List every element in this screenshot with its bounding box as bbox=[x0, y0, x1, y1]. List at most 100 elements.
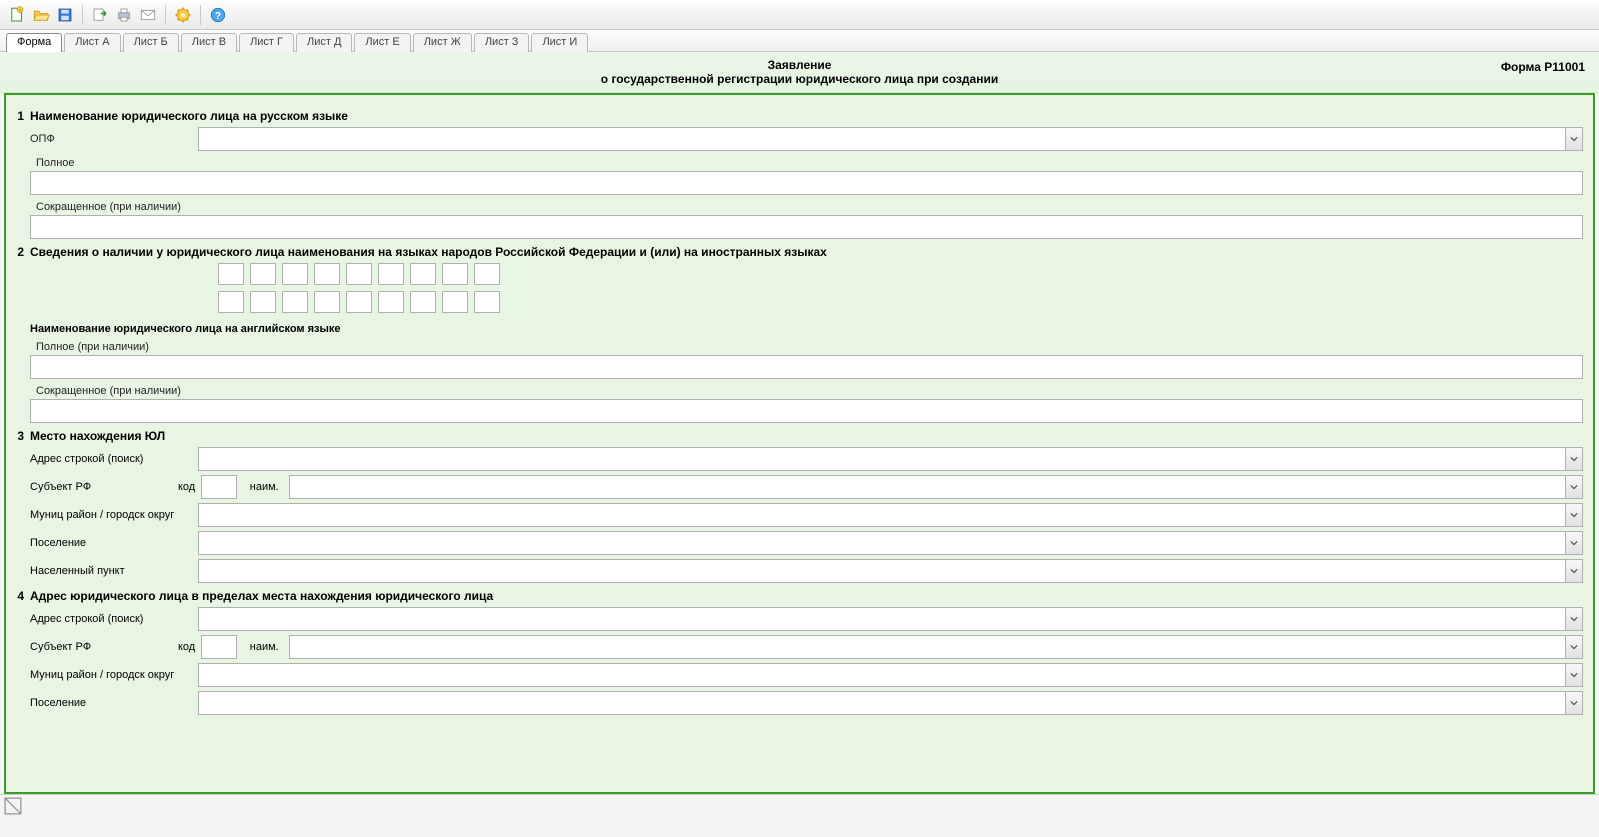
subject4-code-input[interactable] bbox=[201, 635, 237, 659]
munic-input[interactable] bbox=[198, 503, 1565, 527]
dropdown-icon[interactable] bbox=[1565, 475, 1583, 499]
lang-checkbox[interactable] bbox=[314, 291, 340, 313]
tab-label: Лист Е bbox=[365, 36, 399, 48]
lang-checkbox[interactable] bbox=[410, 263, 436, 285]
tab-list-v[interactable]: Лист В bbox=[181, 33, 237, 52]
subject-name-combo[interactable] bbox=[289, 475, 1583, 499]
munic4-label: Муниц район / городск округ bbox=[30, 669, 198, 681]
open-folder-icon[interactable] bbox=[30, 4, 52, 26]
tab-list-g[interactable]: Лист Г bbox=[239, 33, 294, 52]
subject4-name-input[interactable] bbox=[289, 635, 1565, 659]
locality-input[interactable] bbox=[198, 559, 1565, 583]
code-label: код bbox=[178, 481, 201, 493]
svg-text:?: ? bbox=[215, 10, 221, 21]
lang-checkbox[interactable] bbox=[410, 291, 436, 313]
toolbar-separator bbox=[200, 5, 201, 25]
settlement4-combo[interactable] bbox=[198, 691, 1583, 715]
lang-checkbox[interactable] bbox=[218, 291, 244, 313]
eng-short-input[interactable] bbox=[30, 399, 1583, 423]
opf-input[interactable] bbox=[198, 127, 1565, 151]
full-name-input[interactable] bbox=[30, 171, 1583, 195]
lang-checkbox[interactable] bbox=[250, 263, 276, 285]
munic-combo[interactable] bbox=[198, 503, 1583, 527]
main-toolbar: ✦ ? bbox=[0, 0, 1599, 30]
lang-checkbox[interactable] bbox=[346, 291, 372, 313]
section-1-title: Наименование юридического лица на русско… bbox=[30, 109, 348, 123]
tab-label: Лист Б bbox=[134, 36, 168, 48]
settlement4-input[interactable] bbox=[198, 691, 1565, 715]
tab-label: Лист Д bbox=[307, 36, 341, 48]
addr-search-combo[interactable] bbox=[198, 447, 1583, 471]
lang-checkbox[interactable] bbox=[250, 291, 276, 313]
addr-search-input[interactable] bbox=[198, 447, 1565, 471]
lang-checkbox[interactable] bbox=[442, 291, 468, 313]
section-2-title: Сведения о наличии у юридического лица н… bbox=[30, 245, 827, 259]
opf-label: ОПФ bbox=[30, 133, 198, 145]
lang-checkbox[interactable] bbox=[442, 263, 468, 285]
section-3-num: 3 bbox=[16, 429, 30, 443]
code4-label: код bbox=[178, 641, 201, 653]
print-icon[interactable] bbox=[113, 4, 135, 26]
lang-checkbox[interactable] bbox=[218, 263, 244, 285]
status-indicator-icon[interactable] bbox=[4, 797, 22, 815]
tab-list-z[interactable]: Лист З bbox=[474, 33, 530, 52]
lang-checkbox[interactable] bbox=[378, 291, 404, 313]
section-2-num: 2 bbox=[16, 245, 30, 259]
save-icon[interactable] bbox=[54, 4, 76, 26]
export-icon[interactable] bbox=[89, 4, 111, 26]
lang-checkbox[interactable] bbox=[282, 263, 308, 285]
form-scroll-area[interactable]: 1 Наименование юридического лица на русс… bbox=[4, 93, 1595, 794]
addr-search-label: Адрес строкой (поиск) bbox=[30, 453, 198, 465]
subject4-name-combo[interactable] bbox=[289, 635, 1583, 659]
full-name-label: Полное bbox=[36, 157, 1583, 169]
lang-checkbox[interactable] bbox=[474, 263, 500, 285]
mail-icon[interactable] bbox=[137, 4, 159, 26]
tab-list-zh[interactable]: Лист Ж bbox=[413, 33, 472, 52]
lang-checkbox[interactable] bbox=[314, 263, 340, 285]
lang-checkbox[interactable] bbox=[282, 291, 308, 313]
tab-list-e[interactable]: Лист Е bbox=[354, 33, 410, 52]
tab-label: Лист Ж bbox=[424, 36, 461, 48]
munic4-input[interactable] bbox=[198, 663, 1565, 687]
addr4-search-input[interactable] bbox=[198, 607, 1565, 631]
dropdown-icon[interactable] bbox=[1565, 607, 1583, 631]
eng-full-input[interactable] bbox=[30, 355, 1583, 379]
lang-checkbox[interactable] bbox=[474, 291, 500, 313]
short-name-label: Сокращенное (при наличии) bbox=[36, 201, 1583, 213]
addr4-search-combo[interactable] bbox=[198, 607, 1583, 631]
dropdown-icon[interactable] bbox=[1565, 559, 1583, 583]
tab-list-i[interactable]: Лист И bbox=[531, 33, 588, 52]
tab-label: Лист Г bbox=[250, 36, 283, 48]
settlement-combo[interactable] bbox=[198, 531, 1583, 555]
settlement4-label: Поселение bbox=[30, 697, 198, 709]
help-icon[interactable]: ? bbox=[207, 4, 229, 26]
tab-list-a[interactable]: Лист А bbox=[64, 33, 120, 52]
dropdown-icon[interactable] bbox=[1565, 447, 1583, 471]
tab-label: Лист В bbox=[192, 36, 226, 48]
subject-code-input[interactable] bbox=[201, 475, 237, 499]
dropdown-icon[interactable] bbox=[1565, 503, 1583, 527]
settlement-input[interactable] bbox=[198, 531, 1565, 555]
dropdown-icon[interactable] bbox=[1565, 531, 1583, 555]
short-name-input[interactable] bbox=[30, 215, 1583, 239]
lang-checkbox[interactable] bbox=[346, 263, 372, 285]
section-3-title: Место нахождения ЮЛ bbox=[30, 429, 165, 443]
new-file-icon[interactable]: ✦ bbox=[6, 4, 28, 26]
settings-gear-icon[interactable] bbox=[172, 4, 194, 26]
dropdown-icon[interactable] bbox=[1565, 635, 1583, 659]
form-title-line2: о государственной регистрации юридическо… bbox=[10, 72, 1589, 86]
tab-forma[interactable]: Форма bbox=[6, 33, 62, 52]
dropdown-icon[interactable] bbox=[1565, 691, 1583, 715]
dropdown-icon[interactable] bbox=[1565, 127, 1583, 151]
subject-label: Субъект РФ bbox=[30, 481, 198, 493]
lang-checkbox[interactable] bbox=[378, 263, 404, 285]
munic4-combo[interactable] bbox=[198, 663, 1583, 687]
tab-list-d[interactable]: Лист Д bbox=[296, 33, 352, 52]
locality-combo[interactable] bbox=[198, 559, 1583, 583]
addr4-search-label: Адрес строкой (поиск) bbox=[30, 613, 198, 625]
tab-list-b[interactable]: Лист Б bbox=[123, 33, 179, 52]
dropdown-icon[interactable] bbox=[1565, 663, 1583, 687]
language-checkbox-grid bbox=[218, 263, 1583, 313]
opf-combo[interactable] bbox=[198, 127, 1583, 151]
subject-name-input[interactable] bbox=[289, 475, 1565, 499]
